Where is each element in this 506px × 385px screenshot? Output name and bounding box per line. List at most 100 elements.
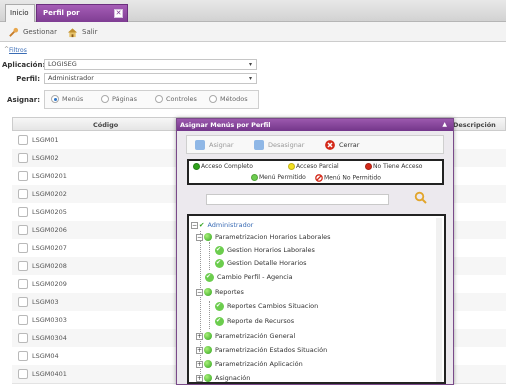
legend-menu-permitido: Menú Permitido xyxy=(251,174,306,181)
filtros-link[interactable]: Filtros xyxy=(9,47,27,54)
perfil-select[interactable]: Administrador ▾ xyxy=(44,73,257,84)
expand-node-icon[interactable]: + xyxy=(196,374,203,382)
row-code: LSGM0201 xyxy=(32,172,67,180)
asignar-button-label: Asignar xyxy=(209,141,234,149)
collapse-icon[interactable]: ▲ xyxy=(442,119,447,131)
tree-node-administrador[interactable]: − ✔ Administrador xyxy=(191,219,253,231)
tab-inicio[interactable]: Inicio xyxy=(5,4,35,22)
row-checkbox[interactable] xyxy=(18,207,28,217)
radio-dot-icon xyxy=(51,95,59,103)
row-checkbox[interactable] xyxy=(18,225,28,235)
tree-node-parametrizacion-general[interactable]: + Parametrización General xyxy=(196,330,295,342)
aplicacion-value: LOGISEG xyxy=(48,60,77,68)
forbidden-icon xyxy=(315,174,323,182)
col-descripcion[interactable]: Descripción xyxy=(453,121,496,129)
radio-controles[interactable]: Controles xyxy=(155,95,197,103)
check-icon: ✔ xyxy=(199,221,205,229)
tree-node-gestion-detalle[interactable]: Gestion Detalle Horarios xyxy=(215,257,307,269)
legend-acceso-completo: Acceso Completo xyxy=(193,163,253,170)
tree-node-asignacion[interactable]: + Asignación xyxy=(196,372,251,382)
chevron-down-icon: ▾ xyxy=(248,61,252,68)
asignar-label: Asignar: xyxy=(7,96,40,104)
expand-node-icon[interactable]: + xyxy=(196,332,203,340)
permitted-icon xyxy=(215,300,224,312)
row-code: LSGM01 xyxy=(32,136,59,144)
expand-node-icon[interactable]: + xyxy=(196,360,203,368)
tree-n6-label: Parametrización Aplicación xyxy=(215,360,303,368)
radio-menus[interactable]: Menús xyxy=(51,95,83,103)
legend-acceso-parcial: Acceso Parcial xyxy=(288,163,339,170)
tree-node-cambio-perfil[interactable]: Cambio Perfil - Agencia xyxy=(205,271,293,283)
radio-paginas[interactable]: Páginas xyxy=(101,95,137,103)
legend-menu-no-permitido: Menú No Permitido xyxy=(315,174,381,182)
row-checkbox[interactable] xyxy=(18,315,28,325)
green-status-icon xyxy=(204,346,212,354)
tree-node-gestion-horarios[interactable]: Gestion Horarios Laborales xyxy=(215,244,315,256)
row-code: LSGM0208 xyxy=(32,262,67,270)
legend-no-tiene-label: No Tiene Acceso xyxy=(373,163,423,170)
tree-n7-label: Asignación xyxy=(215,374,251,382)
row-checkbox[interactable] xyxy=(18,333,28,343)
desasignar-button[interactable]: Desasignar xyxy=(254,139,304,151)
radio-controles-label: Controles xyxy=(166,95,197,103)
row-checkbox[interactable] xyxy=(18,243,28,253)
gestionar-label: Gestionar xyxy=(23,28,57,36)
aplicacion-label: Aplicación: xyxy=(2,61,46,69)
tree-node-reportes-cambios[interactable]: Reportes Cambios Situacion xyxy=(215,300,318,312)
asignar-radio-group: Menús Páginas Controles Métodos xyxy=(44,90,259,109)
row-checkbox[interactable] xyxy=(18,189,28,199)
tree-node-reporte-recursos[interactable]: Reporte de Recursos xyxy=(215,315,294,327)
row-checkbox[interactable] xyxy=(18,297,28,307)
expand-node-icon[interactable]: + xyxy=(196,346,203,354)
col-codigo[interactable]: Código xyxy=(93,121,118,129)
row-checkbox[interactable] xyxy=(18,369,28,379)
cerrar-button[interactable]: Cerrar xyxy=(325,139,359,151)
row-checkbox[interactable] xyxy=(18,351,28,361)
collapse-node-icon[interactable]: − xyxy=(191,221,198,229)
dialog-title-bar[interactable]: Asignar Menús por Perfil ▲ xyxy=(177,119,453,131)
asignar-button[interactable]: Asignar xyxy=(195,139,234,151)
green-status-icon xyxy=(204,332,212,340)
gestionar-button[interactable]: Gestionar xyxy=(8,26,57,39)
tree-n1a-label: Gestion Horarios Laborales xyxy=(227,246,315,254)
tab-bar: Inicio Perfil por Aplicacion ✕ xyxy=(0,0,506,33)
salir-button[interactable]: Salir xyxy=(67,26,98,39)
search-icon[interactable] xyxy=(414,191,428,205)
legend-parcial-label: Acceso Parcial xyxy=(296,163,339,170)
yellow-dot-icon xyxy=(288,163,295,170)
collapse-node-icon[interactable]: − xyxy=(196,233,203,241)
row-checkbox[interactable] xyxy=(18,279,28,289)
dialog-title: Asignar Menús por Perfil xyxy=(180,121,271,129)
radio-dot-icon xyxy=(155,95,163,103)
dialog-toolbar: Asignar Desasignar Cerrar xyxy=(186,135,444,154)
close-tab-icon[interactable]: ✕ xyxy=(114,9,123,18)
tree-n3-label: Reportes xyxy=(215,288,244,296)
tree-n3b-label: Reporte de Recursos xyxy=(227,317,295,325)
asignar-menus-dialog: Asignar Menús por Perfil ▲ Asignar Desas… xyxy=(176,118,454,385)
aplicacion-select[interactable]: LOGISEG ▾ xyxy=(44,59,257,70)
tree-n2-label: Cambio Perfil - Agencia xyxy=(217,273,293,281)
menu-tree: − ✔ Administrador − Parametrizacion Horario… xyxy=(187,214,446,384)
tree-node-parametrizacion-horarios[interactable]: − Parametrizacion Horarios Laborales xyxy=(196,231,331,243)
tree-root-label: Administrador xyxy=(207,221,254,229)
tree-line xyxy=(209,242,210,270)
radio-metodos[interactable]: Métodos xyxy=(209,95,248,103)
tab-inicio-label: Inicio xyxy=(10,9,29,17)
tree-search-input[interactable] xyxy=(206,194,389,205)
tree-node-reportes[interactable]: − Reportes xyxy=(196,286,244,298)
tab-perfil-por-aplicacion[interactable]: Perfil por Aplicacion ✕ xyxy=(36,4,128,33)
row-checkbox[interactable] xyxy=(18,135,28,145)
cerrar-button-label: Cerrar xyxy=(339,141,360,149)
tree-n1-label: Parametrizacion Horarios Laborales xyxy=(215,233,331,241)
legend-no-permitido-label: Menú No Permitido xyxy=(324,174,381,182)
tree-node-parametrizacion-aplicacion[interactable]: + Parametrización Aplicación xyxy=(196,358,303,370)
green-status-icon xyxy=(204,360,212,368)
tree-node-parametrizacion-estados[interactable]: + Parametrización Estados Situación xyxy=(196,344,327,356)
row-checkbox[interactable] xyxy=(18,153,28,163)
tree-scrollbar[interactable] xyxy=(436,218,442,382)
row-checkbox[interactable] xyxy=(18,171,28,181)
collapse-node-icon[interactable]: − xyxy=(196,288,203,296)
row-checkbox[interactable] xyxy=(18,261,28,271)
green-status-icon xyxy=(204,288,212,296)
permitted-icon xyxy=(215,315,224,327)
